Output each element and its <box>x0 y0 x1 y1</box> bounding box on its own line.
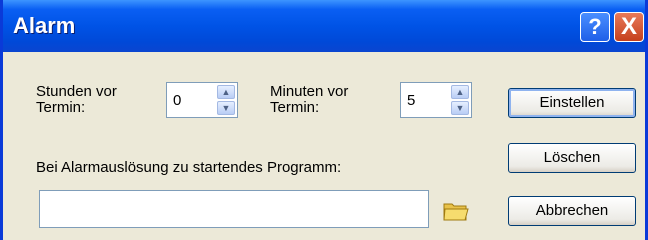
close-button[interactable]: X <box>614 12 644 42</box>
delete-button[interactable]: Löschen <box>508 143 636 173</box>
minutes-value[interactable]: 5 <box>407 92 415 109</box>
alarm-dialog: Alarm ? X Stunden vor Termin: 0 ▲ ▼ Minut… <box>0 0 648 240</box>
program-path-input[interactable] <box>39 190 429 228</box>
spinner-up-icon[interactable]: ▲ <box>217 85 235 99</box>
hours-value[interactable]: 0 <box>173 92 181 109</box>
hours-label: Stunden vor Termin: <box>36 84 117 116</box>
set-button[interactable]: Einstellen <box>508 88 636 118</box>
minutes-spinner[interactable]: 5 ▲ ▼ <box>400 82 472 118</box>
minutes-label-line1: Minuten vor <box>270 83 349 100</box>
minutes-label: Minuten vor Termin: <box>270 84 348 116</box>
cancel-button[interactable]: Abbrechen <box>508 196 636 226</box>
program-label: Bei Alarmauslösung zu startendes Program… <box>36 159 342 176</box>
hours-spinner-arrows: ▲ ▼ <box>217 85 235 115</box>
window-title: Alarm <box>13 13 76 38</box>
minutes-spinner-arrows: ▲ ▼ <box>451 85 469 115</box>
folder-icon[interactable] <box>443 200 469 222</box>
spinner-down-icon[interactable]: ▼ <box>451 101 469 115</box>
spinner-down-icon[interactable]: ▼ <box>217 101 235 115</box>
spinner-up-icon[interactable]: ▲ <box>451 85 469 99</box>
hours-label-line2: Termin: <box>36 99 86 116</box>
title-bar[interactable]: Alarm ? X <box>3 0 645 52</box>
hours-spinner[interactable]: 0 ▲ ▼ <box>166 82 238 118</box>
minutes-label-line2: Termin: <box>270 99 320 116</box>
help-button[interactable]: ? <box>580 12 610 42</box>
hours-label-line1: Stunden vor <box>36 83 117 100</box>
